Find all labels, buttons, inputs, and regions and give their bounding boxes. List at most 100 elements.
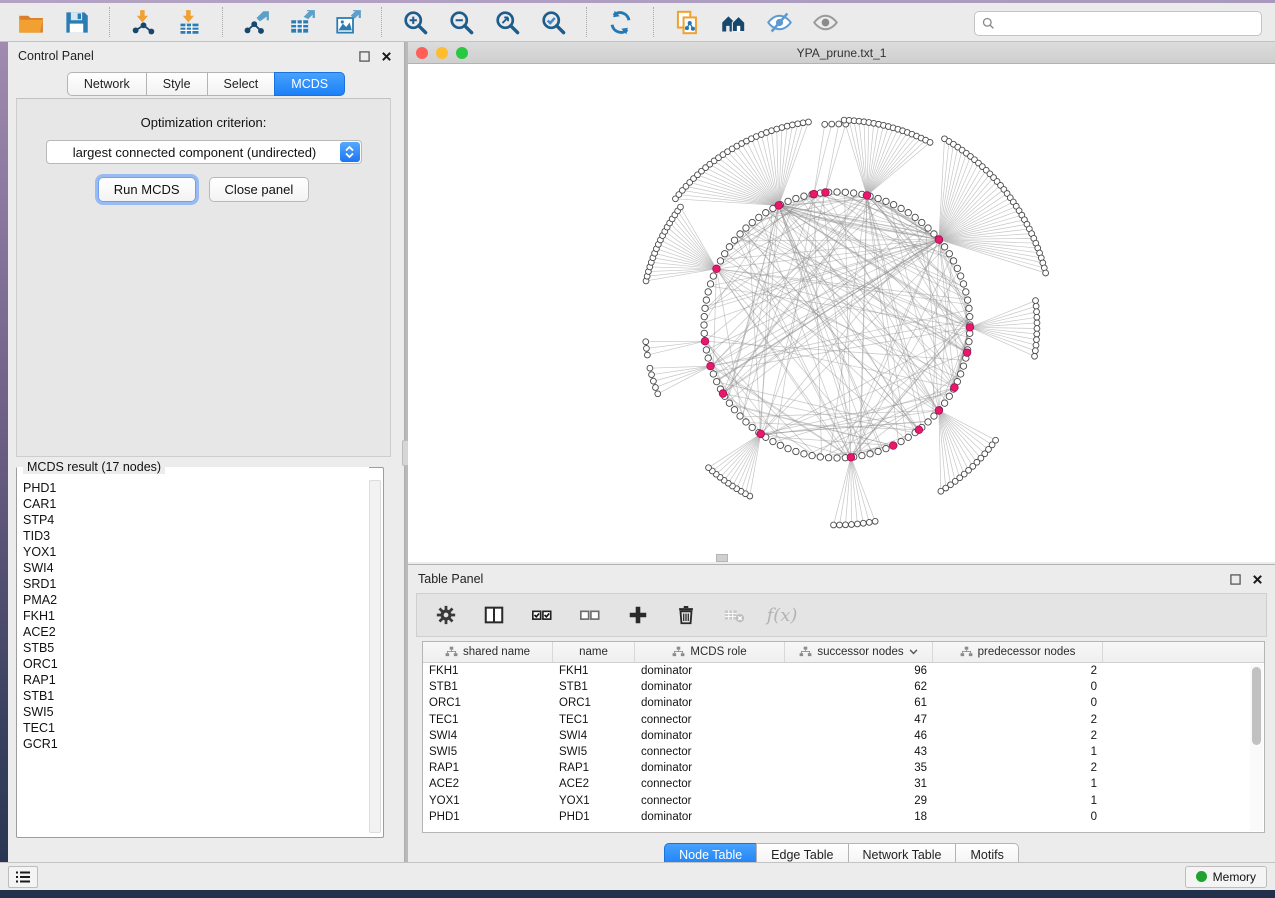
network-node[interactable] [749,424,755,430]
mcds-network-node[interactable] [935,407,943,415]
table-cell[interactable]: connector [635,795,785,807]
table-row[interactable]: ORC1ORC1dominator610 [423,695,1264,711]
network-node[interactable] [834,455,840,461]
table-row[interactable]: ACE2ACE2connector311 [423,776,1264,792]
table-cell[interactable]: TEC1 [553,714,635,726]
table-cell[interactable]: PHD1 [423,811,553,823]
network-node[interactable] [960,363,966,369]
mcds-network-node[interactable] [810,190,818,198]
mcds-network-node[interactable] [713,265,721,273]
table-cell[interactable]: SWI4 [423,730,553,742]
table-cell[interactable]: 2 [933,714,1103,726]
network-node[interactable] [931,231,937,237]
mcds-result-item[interactable]: SRD1 [23,576,365,592]
table-cell[interactable]: RAP1 [553,762,635,774]
mcds-network-node[interactable] [915,426,923,434]
network-node[interactable] [644,345,650,351]
network-canvas[interactable] [408,64,1275,562]
network-node[interactable] [836,121,842,127]
network-node[interactable] [703,347,709,353]
table-cell[interactable]: 2 [933,730,1103,742]
export-image-button[interactable] [328,5,368,39]
mcds-result-item[interactable]: FKH1 [23,608,365,624]
network-node[interactable] [925,225,931,231]
table-row[interactable]: FKH1FKH1dominator962 [423,663,1264,679]
table-cell[interactable]: 1 [933,795,1103,807]
network-node[interactable] [867,451,873,457]
table-cell[interactable]: 1 [933,746,1103,758]
network-node[interactable] [644,352,650,358]
horizontal-splitter-handle[interactable] [716,554,728,562]
network-node[interactable] [756,214,762,220]
network-node[interactable] [793,195,799,201]
hide-selected-button[interactable] [759,5,799,39]
table-settings-button[interactable] [429,598,463,632]
table-cell[interactable]: ORC1 [553,697,635,709]
table-cell[interactable]: connector [635,746,785,758]
open-button[interactable] [10,5,50,39]
mcds-network-node[interactable] [719,390,727,398]
network-node[interactable] [960,281,966,287]
table-row[interactable]: SWI5SWI5connector431 [423,744,1264,760]
mcds-network-node[interactable] [889,442,897,450]
select-all-columns-button[interactable] [525,598,559,632]
network-node[interactable] [655,391,661,397]
network-node[interactable] [905,434,911,440]
table-cell[interactable]: 29 [785,795,933,807]
network-node[interactable] [726,244,732,250]
network-node[interactable] [1032,353,1038,359]
export-table-button[interactable] [282,5,322,39]
table-cell[interactable]: 96 [785,665,933,677]
table-cell[interactable]: STB1 [423,681,553,693]
table-row[interactable]: PHD1PHD1dominator180 [423,809,1264,825]
network-node[interactable] [966,338,972,344]
network-node[interactable] [946,251,952,257]
table-cell[interactable]: 31 [785,778,933,790]
table-cell[interactable]: dominator [635,730,785,742]
network-node[interactable] [875,448,881,454]
network-node[interactable] [737,231,743,237]
mcds-network-node[interactable] [951,384,959,392]
table-cell[interactable]: dominator [635,762,785,774]
import-network-button[interactable] [123,5,163,39]
network-node[interactable] [809,452,815,458]
network-node[interactable] [1033,342,1039,348]
table-cell[interactable]: dominator [635,811,785,823]
network-node[interactable] [785,445,791,451]
table-cell[interactable]: 61 [785,697,933,709]
column-header-mcds-role[interactable]: MCDS role [635,642,785,662]
table-cell[interactable]: dominator [635,681,785,693]
table-cell[interactable]: STB1 [553,681,635,693]
network-node[interactable] [898,205,904,211]
export-network-button[interactable] [236,5,276,39]
network-node[interactable] [806,119,812,125]
network-node[interactable] [717,258,723,264]
save-button[interactable] [56,5,96,39]
mcds-result-item[interactable]: TID3 [23,528,365,544]
network-node[interactable] [927,139,933,145]
network-node[interactable] [737,413,743,419]
mcds-result-item[interactable]: GCR1 [23,736,365,752]
network-node[interactable] [890,201,896,207]
mcds-network-node[interactable] [863,192,871,200]
table-cell[interactable]: 2 [933,762,1103,774]
column-header-predecessor-nodes[interactable]: predecessor nodes [933,642,1103,662]
float-table-panel-button[interactable] [1227,571,1243,587]
table-cell[interactable]: 46 [785,730,933,742]
mcds-network-node[interactable] [963,349,971,357]
network-node[interactable] [731,237,737,243]
network-node[interactable] [702,305,708,311]
search-input[interactable] [1000,16,1254,32]
result-list-scrollbar[interactable] [369,480,381,833]
table-cell[interactable]: SWI4 [553,730,635,742]
network-node[interactable] [817,454,823,460]
table-cell[interactable]: PHD1 [553,811,635,823]
network-node[interactable] [872,518,878,524]
network-node[interactable] [829,121,835,127]
network-node[interactable] [749,219,755,225]
network-node[interactable] [763,210,769,216]
network-node[interactable] [825,455,831,461]
table-cell[interactable]: 0 [933,697,1103,709]
table-cell[interactable]: FKH1 [423,665,553,677]
tab-network[interactable]: Network [67,72,146,96]
